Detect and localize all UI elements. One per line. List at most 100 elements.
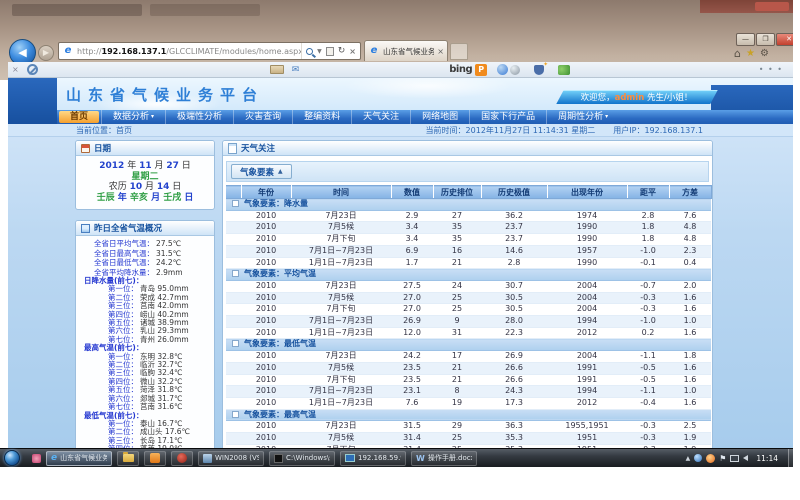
column-header (226, 186, 241, 199)
tab-close-icon[interactable]: × (437, 47, 444, 56)
autocomplete-dropdown-icon[interactable]: ▼ (317, 48, 322, 55)
sharing-icon[interactable] (558, 65, 570, 75)
table-cell: 7月5候 (291, 292, 391, 304)
close-button[interactable]: ✕ (776, 33, 793, 46)
maximize-button[interactable]: ❐ (756, 33, 775, 46)
refresh-icon[interactable]: ↻ (338, 46, 346, 56)
table-cell: 1990 (547, 257, 627, 269)
table-cell: 2012 (547, 327, 627, 339)
nav-item-国家下行产品[interactable]: 国家下行产品 (469, 110, 546, 124)
home-icon[interactable]: ⌂ (734, 47, 741, 60)
table-cell: 36.2 (481, 210, 547, 222)
group-header-row[interactable]: 气象要素：降水量 (226, 199, 711, 211)
table-cell: 2004 (547, 304, 627, 316)
group-header-row[interactable]: 气象要素：最低气温 (226, 339, 711, 351)
table-row: 20107月5候27.02530.52004-0.31.6 (226, 292, 711, 304)
row-select-cell (226, 304, 241, 316)
table-cell: 1.7 (391, 257, 433, 269)
remote-icon (345, 454, 355, 462)
row-select-cell (226, 234, 241, 246)
messenger-icon[interactable] (497, 64, 508, 75)
nav-item-label: 整编资料 (304, 110, 340, 124)
nav-item-极端性分析[interactable]: 极端性分析 (165, 110, 233, 124)
taskbar-window-button[interactable]: 192.168.59.99... (340, 451, 406, 466)
nav-item-整编资料[interactable]: 整编资料 (292, 110, 351, 124)
action-center-flag-icon[interactable]: ⚑ (719, 454, 726, 463)
taskbar-clock[interactable]: 11:14 (756, 454, 778, 463)
show-desktop-button[interactable] (788, 449, 793, 468)
search-icon[interactable] (306, 48, 313, 55)
group-checkbox[interactable] (232, 200, 239, 207)
taskbar-window-button[interactable]: e山东省气候业务平... (46, 451, 112, 466)
wallet-icon[interactable] (270, 65, 284, 74)
more-options-icon[interactable]: • • • (759, 65, 783, 74)
toolbar-close-icon[interactable]: × (12, 65, 19, 74)
minimize-button[interactable]: — (736, 33, 755, 46)
table-row: 20107月23日2.92736.219742.87.6 (226, 210, 711, 222)
taskbar-explorer-button[interactable] (117, 451, 139, 466)
speaker-icon[interactable] (743, 455, 748, 461)
group-checkbox[interactable] (232, 340, 239, 347)
table-row: 20101月1日~7月23日1.7212.81990-0.10.4 (226, 257, 711, 269)
taskbar: e山东省气候业务平... WIN2008 (VS2... C:\Windows\s… (0, 448, 793, 467)
element-filter-button[interactable]: 气象要素▲ (231, 164, 292, 179)
display-icon[interactable] (730, 455, 739, 462)
blocker-icon[interactable] (27, 64, 38, 75)
compatibility-view-icon[interactable] (326, 47, 334, 56)
calendar-text: 月 (152, 161, 167, 171)
nav-item-天气关注[interactable]: 天气关注 (351, 110, 410, 124)
group-header-row[interactable]: 气象要素：最高气温 (226, 409, 711, 421)
nav-item-网络地图[interactable]: 网络地图 (410, 110, 469, 124)
taskbar-window-button[interactable]: W操作手册.docx ... (411, 451, 477, 466)
table-cell: 4.8 (669, 222, 711, 234)
tray-expand-icon[interactable]: ▲ (686, 455, 691, 462)
nav-item-首页[interactable]: 首页 (59, 111, 99, 123)
mail-icon[interactable]: ✉ (292, 65, 300, 75)
table-cell: 2010 (241, 421, 291, 433)
pinned-app-icon[interactable] (32, 454, 41, 463)
calendar-panel-header: 日期 (76, 141, 214, 156)
browser-tray-icon[interactable] (706, 454, 715, 463)
sidebar: 日期 2012 年 11 月 27 日星期二农历 10 月 14 日壬辰 年 辛… (75, 140, 215, 467)
network-globe-icon[interactable] (694, 454, 702, 462)
start-button[interactable] (4, 450, 20, 466)
ie-icon: e (51, 454, 57, 463)
table-cell: 26.9 (391, 316, 433, 328)
table-cell: 7月23日 (291, 351, 391, 363)
nav-item-周期性分析[interactable]: 周期性分析▾ (546, 110, 619, 124)
status-icon[interactable] (510, 65, 520, 75)
table-cell: 7.6 (391, 397, 433, 409)
group-checkbox[interactable] (232, 411, 239, 418)
address-bar[interactable]: e http://192.168.137.1/GLCCLIMATE/module… (58, 42, 361, 60)
nav-item-灾害查询[interactable]: 灾害查询 (233, 110, 292, 124)
forward-button[interactable]: ▶ (38, 45, 54, 61)
taskbar-window-button[interactable]: C:\Windows\sy... (269, 451, 335, 466)
bing-logo[interactable]: bing (449, 64, 472, 75)
new-tab-button[interactable] (450, 43, 468, 60)
table-cell: 35 (433, 234, 481, 246)
taskbar-app-button[interactable] (144, 451, 166, 466)
taskbar-button-label: C:\Windows\sy... (286, 454, 330, 462)
table-cell: 1.0 (669, 316, 711, 328)
profile-icon[interactable] (534, 65, 544, 75)
table-cell: 21 (433, 362, 481, 374)
calendar-text: 27 (166, 161, 179, 171)
stop-icon[interactable]: × (349, 47, 356, 56)
group-header-row[interactable]: 气象要素：平均气温 (226, 269, 711, 281)
main-panel-header: 天气关注 (223, 141, 712, 156)
table-cell: 2010 (241, 292, 291, 304)
calendar-line: 壬辰 年 辛亥 月 壬戌 日 (84, 193, 206, 204)
calendar-text: 14 (157, 182, 170, 192)
group-checkbox[interactable] (232, 270, 239, 277)
tools-gear-icon[interactable]: ⚙ (760, 48, 769, 59)
taskbar-window-button[interactable]: WIN2008 (VS2... (198, 451, 264, 466)
browser-tab[interactable]: e 山东省气候业务平... × (364, 40, 448, 61)
url-text[interactable]: http://192.168.137.1/GLCCLIMATE/modules/… (77, 47, 301, 56)
table-cell: 1月1日~7月23日 (291, 397, 391, 409)
favorites-star-icon[interactable]: ★ (746, 48, 755, 59)
rewards-icon[interactable]: P (475, 64, 487, 76)
taskbar-media-button[interactable] (171, 451, 193, 466)
nav-item-数据分析[interactable]: 数据分析▾ (101, 110, 165, 124)
table-cell: 27.5 (391, 280, 433, 292)
nav-item-label: 周期性分析 (558, 110, 603, 124)
